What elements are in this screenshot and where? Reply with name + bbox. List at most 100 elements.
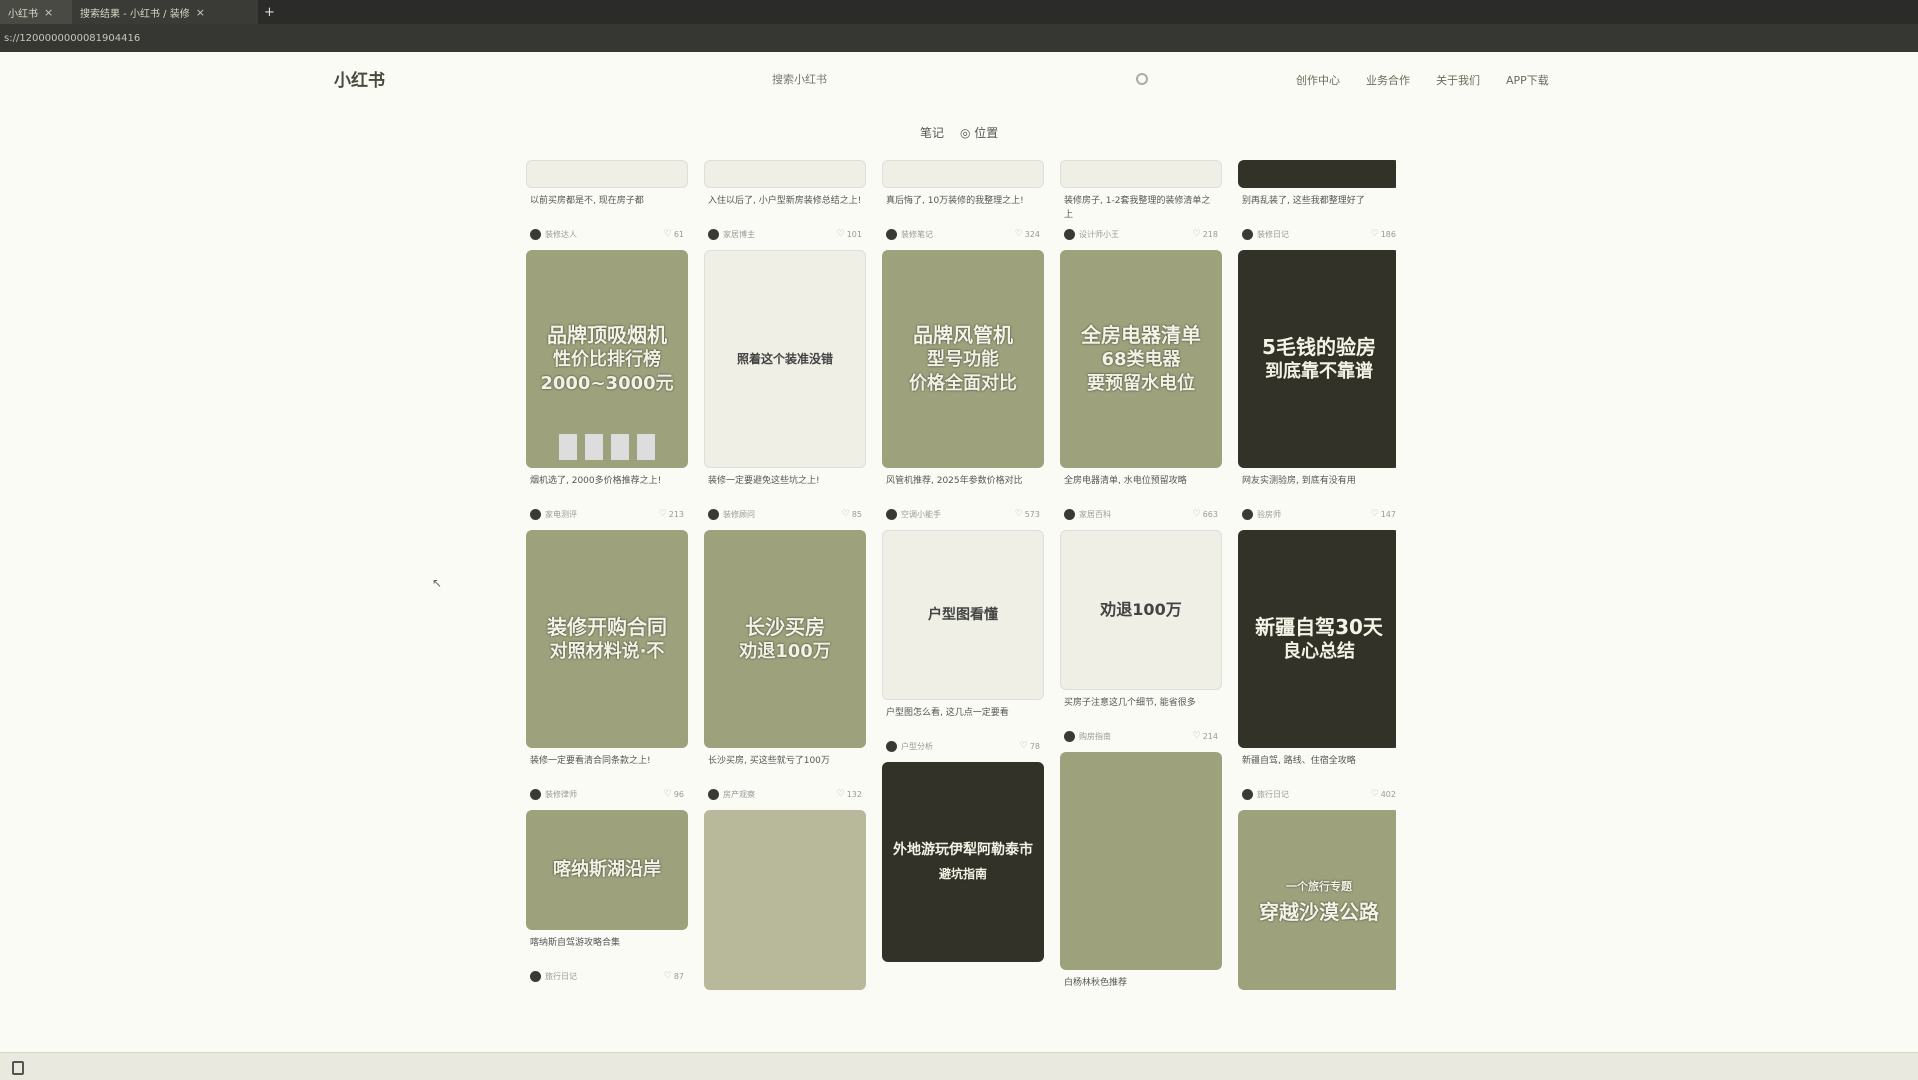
note-author[interactable]: 装修日记 — [1242, 228, 1289, 240]
heart-icon[interactable]: ♡ — [1015, 229, 1023, 239]
search-icon[interactable] — [1136, 73, 1148, 85]
nav-app-download[interactable]: APP下载 — [1506, 72, 1549, 88]
note-title[interactable]: 装修一定要避免这些坑之上! — [708, 474, 862, 502]
like-count[interactable]: ♡ 573 — [1015, 509, 1040, 519]
note-author[interactable]: 家居博主 — [708, 228, 755, 240]
note-title[interactable]: 买房子注意这几个细节, 能省很多 — [1064, 696, 1218, 724]
note-title[interactable]: 风管机推荐, 2025年参数价格对比 — [886, 474, 1040, 502]
note-cover[interactable]: 照着这个装准没错 — [704, 250, 866, 468]
note-card[interactable]: 以前买房都是不, 现在房子都 装修达人 ♡ 61 — [526, 160, 688, 242]
note-title[interactable]: 长沙买房, 买这些就亏了100万 — [708, 754, 862, 782]
download-icon[interactable] — [12, 1061, 24, 1075]
note-title[interactable]: 以前买房都是不, 现在房子都 — [530, 194, 684, 222]
like-count[interactable]: ♡ 61 — [664, 229, 684, 239]
address-bar[interactable]: s://1200000000081904416 — [0, 24, 1918, 52]
note-author[interactable]: 旅行日记 — [530, 970, 577, 982]
note-card[interactable]: 品牌顶吸烟机 性价比排行榜 2000~3000元 烟机选了, 2000多价格推荐… — [526, 250, 688, 522]
like-count[interactable]: ♡ 663 — [1193, 509, 1218, 519]
note-card[interactable]: 真后悔了, 10万装修的我整理之上! 装修笔记 ♡ 324 — [882, 160, 1044, 242]
note-cover[interactable] — [704, 160, 866, 188]
note-title[interactable]: 喀纳斯自驾游攻略合集 — [530, 936, 684, 964]
heart-icon[interactable]: ♡ — [664, 229, 672, 239]
heart-icon[interactable]: ♡ — [1371, 229, 1379, 239]
heart-icon[interactable]: ♡ — [664, 971, 672, 981]
note-cover[interactable] — [704, 810, 866, 990]
heart-icon[interactable]: ♡ — [837, 229, 845, 239]
note-cover[interactable]: 一个旅行专题 穿越沙漠公路 — [1238, 810, 1396, 990]
heart-icon[interactable]: ♡ — [1193, 731, 1201, 741]
like-count[interactable]: ♡ 96 — [664, 789, 684, 799]
heart-icon[interactable]: ♡ — [837, 789, 845, 799]
note-title[interactable]: 别再乱装了, 这些我都整理好了 — [1242, 194, 1396, 222]
note-card[interactable]: 入住以后了, 小户型新房装修总结之上! 家居博主 ♡ 101 — [704, 160, 866, 242]
like-count[interactable]: ♡ 218 — [1193, 229, 1218, 239]
site-logo[interactable]: 小红书 — [334, 66, 385, 91]
close-icon[interactable]: × — [44, 6, 53, 19]
like-count[interactable]: ♡ 214 — [1193, 731, 1218, 741]
note-cover[interactable]: 5毛钱的验房 到底靠不靠谱 — [1238, 250, 1396, 468]
like-count[interactable]: ♡ 147 — [1371, 509, 1396, 519]
note-card[interactable]: 一个旅行专题 穿越沙漠公路 — [1238, 810, 1396, 990]
note-cover[interactable]: 户型图看懂 — [882, 530, 1044, 700]
new-tab-button[interactable]: + — [258, 0, 281, 24]
heart-icon[interactable]: ♡ — [664, 789, 672, 799]
note-card[interactable]: 外地游玩伊犁阿勒泰市 避坑指南 — [882, 762, 1044, 962]
heart-icon[interactable]: ♡ — [1193, 229, 1201, 239]
note-cover[interactable]: 喀纳斯湖沿岸 — [526, 810, 688, 930]
note-author[interactable]: 房产观察 — [708, 788, 755, 800]
note-title[interactable]: 网友实测验房, 到底有没有用 — [1242, 474, 1396, 502]
note-title[interactable]: 全房电器清单, 水电位预留攻略 — [1064, 474, 1218, 502]
browser-tab-active[interactable]: 搜索结果 - 小红书 / 装修 × — [72, 0, 258, 24]
note-author[interactable]: 购房指南 — [1064, 730, 1111, 742]
like-count[interactable]: ♡ 78 — [1020, 741, 1040, 751]
note-cover[interactable] — [1060, 752, 1222, 970]
note-title[interactable]: 入住以后了, 小户型新房装修总结之上! — [708, 194, 862, 222]
note-cover[interactable]: 新疆自驾30天 良心总结 — [1238, 530, 1396, 748]
note-author[interactable]: 装修顾问 — [708, 508, 755, 520]
note-title[interactable]: 装修一定要看清合同条款之上! — [530, 754, 684, 782]
note-title[interactable]: 烟机选了, 2000多价格推荐之上! — [530, 474, 684, 502]
note-cover[interactable] — [1060, 160, 1222, 188]
note-card[interactable]: 新疆自驾30天 良心总结 新疆自驾, 路线、住宿全攻略 旅行日记 ♡ 402 — [1238, 530, 1396, 802]
note-author[interactable]: 装修律师 — [530, 788, 577, 800]
note-card[interactable]: 5毛钱的验房 到底靠不靠谱 网友实测验房, 到底有没有用 验房师 ♡ 147 — [1238, 250, 1396, 522]
like-count[interactable]: ♡ 324 — [1015, 229, 1040, 239]
heart-icon[interactable]: ♡ — [1371, 789, 1379, 799]
note-author[interactable]: 装修达人 — [530, 228, 577, 240]
heart-icon[interactable]: ♡ — [842, 509, 850, 519]
note-card[interactable]: 劝退100万 买房子注意这几个细节, 能省很多 购房指南 ♡ 214 — [1060, 530, 1222, 744]
heart-icon[interactable]: ♡ — [1015, 509, 1023, 519]
note-cover[interactable]: 装修开购合同 对照材料说·不 — [526, 530, 688, 748]
browser-tab[interactable]: 小红书 × — [0, 0, 72, 24]
note-author[interactable]: 家电测评 — [530, 508, 577, 520]
note-author[interactable]: 设计师小王 — [1064, 228, 1119, 240]
note-cover[interactable]: 长沙买房 劝退100万 — [704, 530, 866, 748]
note-cover[interactable] — [882, 160, 1044, 188]
note-card[interactable]: 品牌风管机 型号功能 价格全面对比 风管机推荐, 2025年参数价格对比 空调小… — [882, 250, 1044, 522]
note-title[interactable]: 新疆自驾, 路线、住宿全攻略 — [1242, 754, 1396, 782]
nav-business[interactable]: 业务合作 — [1366, 72, 1410, 88]
note-cover[interactable]: 品牌风管机 型号功能 价格全面对比 — [882, 250, 1044, 468]
note-card[interactable]: 户型图看懂 户型图怎么看, 这几点一定要看 户型分析 ♡ 78 — [882, 530, 1044, 754]
note-card[interactable] — [704, 810, 866, 990]
note-card[interactable]: 喀纳斯湖沿岸 喀纳斯自驾游攻略合集 旅行日记 ♡ 87 — [526, 810, 688, 984]
note-title[interactable]: 白杨林秋色推荐 — [1064, 976, 1218, 1004]
note-card[interactable]: 长沙买房 劝退100万 长沙买房, 买这些就亏了100万 房产观察 ♡ 132 — [704, 530, 866, 802]
note-title[interactable]: 装修房子, 1-2套我整理的装修清单之上 — [1064, 194, 1218, 222]
search-input[interactable] — [772, 72, 1072, 86]
like-count[interactable]: ♡ 101 — [837, 229, 862, 239]
note-cover[interactable]: 劝退100万 — [1060, 530, 1222, 690]
heart-icon[interactable]: ♡ — [659, 509, 667, 519]
note-card[interactable]: 照着这个装准没错 装修一定要避免这些坑之上! 装修顾问 ♡ 85 — [704, 250, 866, 522]
heart-icon[interactable]: ♡ — [1020, 741, 1028, 751]
note-card[interactable]: 别再乱装了, 这些我都整理好了 装修日记 ♡ 186 — [1238, 160, 1396, 242]
note-cover[interactable] — [1238, 160, 1396, 188]
note-card[interactable]: 全房电器清单 68类电器 要预留水电位 全房电器清单, 水电位预留攻略 家居百科… — [1060, 250, 1222, 522]
like-count[interactable]: ♡ 213 — [659, 509, 684, 519]
nav-about[interactable]: 关于我们 — [1436, 72, 1480, 88]
note-card[interactable]: 装修房子, 1-2套我整理的装修清单之上 设计师小王 ♡ 218 — [1060, 160, 1222, 242]
search-box[interactable] — [760, 62, 1160, 96]
note-cover[interactable]: 外地游玩伊犁阿勒泰市 避坑指南 — [882, 762, 1044, 962]
heart-icon[interactable]: ♡ — [1193, 509, 1201, 519]
tab-notes[interactable]: 笔记 — [920, 124, 944, 141]
